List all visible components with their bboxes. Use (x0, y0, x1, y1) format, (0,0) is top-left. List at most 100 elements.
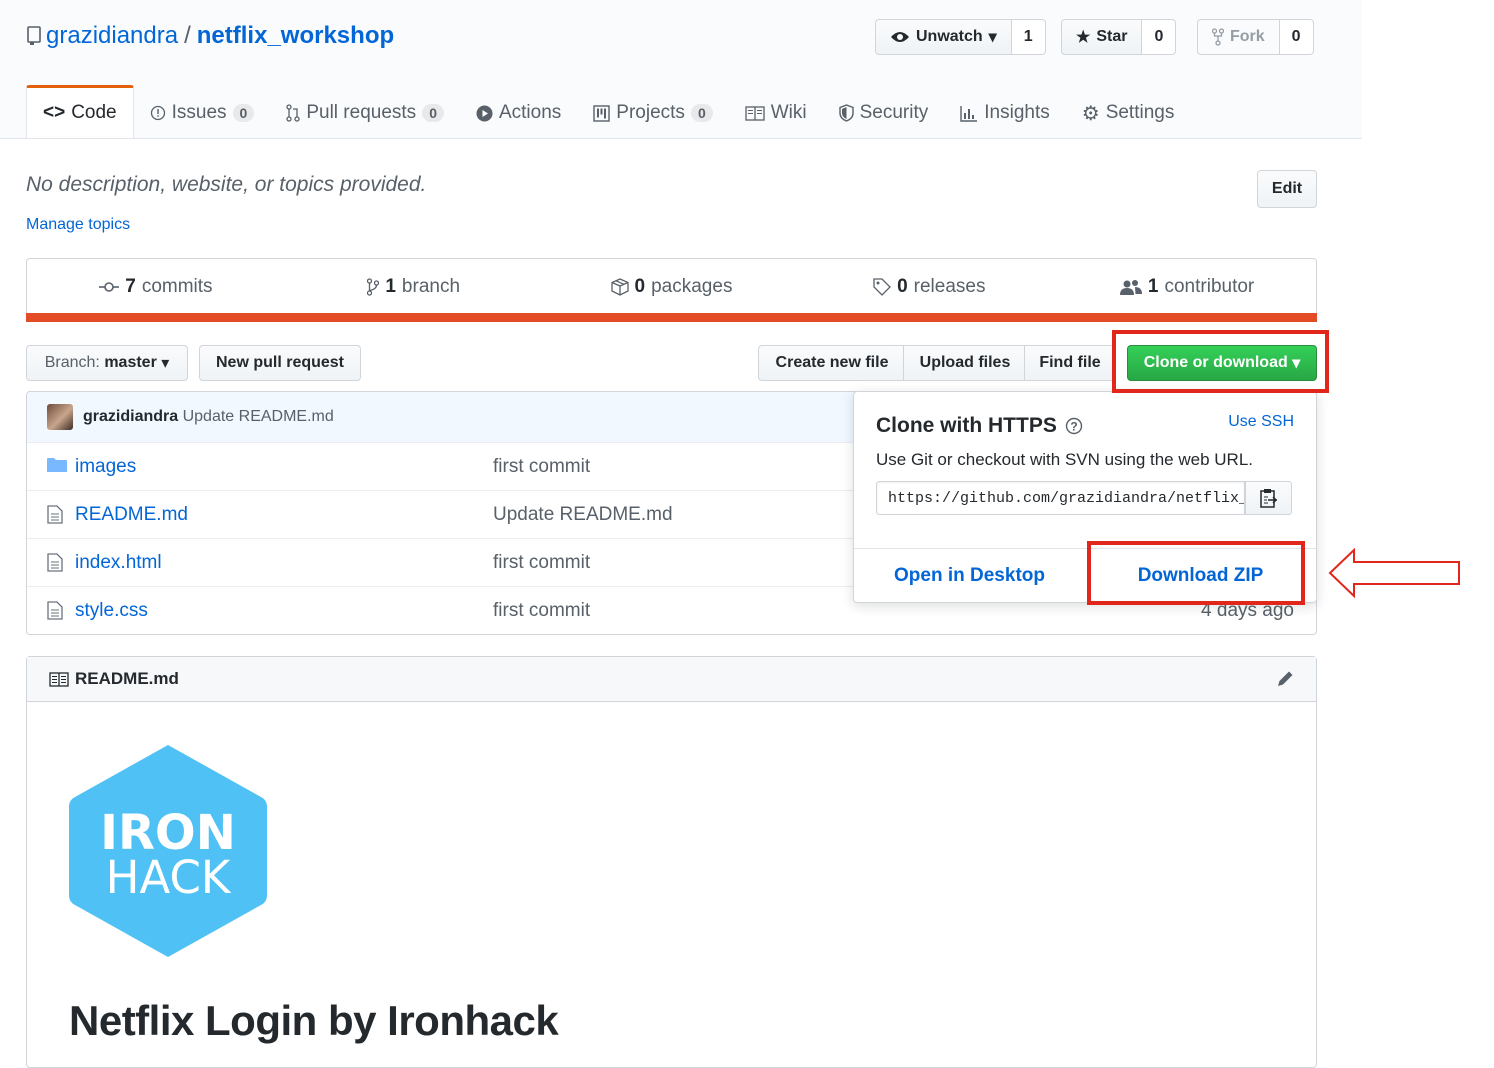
commits-link[interactable]: 7 commits (27, 259, 285, 315)
file-icon (47, 601, 63, 620)
play-icon (476, 105, 493, 122)
ironhack-logo: IRON HACK (69, 745, 267, 957)
commit-icon (99, 281, 120, 293)
file-commit-message[interactable]: Update README.md (493, 504, 673, 526)
unwatch-button[interactable]: Unwatch ▾ (875, 19, 1012, 55)
tab-code-label: Code (71, 102, 117, 123)
tab-insights[interactable]: Insights (944, 87, 1065, 139)
logo-text-hack: HACK (106, 851, 232, 904)
clipboard-icon (1259, 488, 1278, 508)
tab-pull-requests[interactable]: Pull requests 0 (270, 87, 460, 139)
repo-separator: / (184, 22, 191, 49)
releases-count: 0 (897, 276, 908, 297)
packages-link[interactable]: 0 packages (543, 259, 801, 315)
clone-url-input[interactable]: https://github.com/grazidiandra/netflix_… (876, 481, 1245, 515)
upload-files-button[interactable]: Upload files (903, 345, 1027, 381)
issue-icon (150, 105, 166, 121)
avatar[interactable] (47, 404, 73, 430)
copy-url-button[interactable] (1245, 481, 1292, 515)
releases-label: releases (913, 276, 986, 297)
file-name-link[interactable]: README.md (75, 504, 188, 526)
pull-requests-counter: 0 (422, 104, 444, 122)
file-name-link[interactable]: images (75, 456, 136, 478)
file-name-link[interactable]: style.css (75, 600, 148, 622)
tab-projects-label: Projects (616, 102, 685, 123)
star-label: Star (1096, 28, 1128, 45)
manage-topics-link[interactable]: Manage topics (26, 216, 130, 234)
readme-heading: Netflix Login by Ironhack (69, 997, 559, 1044)
readme-panel: README.md IRON HACK Netflix Login by Iro… (26, 656, 1317, 1068)
caret-down-icon: ▾ (161, 355, 170, 372)
find-file-button[interactable]: Find file (1024, 345, 1116, 381)
create-new-file-button[interactable]: Create new file (758, 345, 906, 381)
book-icon (745, 105, 765, 121)
pull-request-icon (286, 104, 300, 122)
branch-prefix: Branch: (44, 354, 100, 371)
graph-icon (960, 105, 978, 122)
tab-actions-label: Actions (498, 102, 562, 123)
star-icon: ★ (1076, 29, 1091, 46)
contributors-label: contributor (1164, 276, 1255, 297)
question-icon[interactable]: ? (1065, 417, 1083, 435)
tab-actions[interactable]: Actions (460, 87, 577, 139)
repo-description: No description, website, or topics provi… (26, 173, 427, 196)
watch-count[interactable]: 1 (1011, 19, 1046, 55)
edit-description-button[interactable]: Edit (1257, 170, 1317, 208)
tab-projects[interactable]: Projects 0 (577, 87, 728, 139)
code-icon: <> (43, 102, 66, 123)
tag-icon (873, 278, 891, 296)
packages-count: 0 (634, 276, 646, 297)
file-commit-message[interactable]: first commit (493, 456, 590, 478)
people-icon (1119, 279, 1142, 296)
folder-icon (47, 457, 67, 473)
tab-security[interactable]: Security (823, 87, 945, 139)
repo-icon (26, 26, 42, 46)
star-button[interactable]: ★ Star (1061, 19, 1143, 55)
branches-link[interactable]: 1 branch (285, 259, 543, 315)
tab-code[interactable]: <> Code (26, 85, 134, 138)
star-group: ★ Star 0 (1061, 19, 1177, 55)
svg-text:?: ? (1070, 420, 1077, 434)
pencil-icon[interactable] (1275, 669, 1295, 689)
star-count[interactable]: 0 (1142, 19, 1177, 55)
clone-button-highlight (1112, 330, 1329, 393)
fork-count[interactable]: 0 (1279, 19, 1314, 55)
repo-owner-link[interactable]: grazidiandra (46, 22, 178, 50)
left-arrow-icon (1328, 548, 1460, 598)
book-icon (49, 671, 69, 687)
releases-link[interactable]: 0 releases (800, 259, 1058, 315)
commit-author[interactable]: grazidiandra (83, 408, 178, 425)
project-icon (593, 104, 610, 122)
branch-name: master (104, 354, 157, 371)
new-pull-request-button[interactable]: New pull request (199, 345, 361, 381)
tab-settings[interactable]: ⚙ Settings (1066, 87, 1191, 139)
package-icon (610, 278, 629, 296)
use-ssh-link[interactable]: Use SSH (1228, 413, 1294, 431)
file-name-link[interactable]: index.html (75, 552, 162, 574)
watch-group: Unwatch ▾ 1 (875, 19, 1046, 55)
repo-tabs: <> Code Issues 0 Pull requests 0 Actions… (26, 85, 1191, 139)
language-bar[interactable] (26, 313, 1317, 322)
branch-icon (367, 278, 380, 296)
open-in-desktop-button[interactable]: Open in Desktop (854, 549, 1085, 603)
fork-label: Fork (1230, 28, 1265, 45)
file-commit-message[interactable]: first commit (493, 600, 590, 622)
file-icon (47, 505, 63, 524)
contributors-link[interactable]: 1 contributor (1058, 259, 1316, 315)
tab-pull-requests-label: Pull requests (306, 102, 417, 123)
shield-icon (838, 104, 854, 122)
tab-wiki-label: Wiki (770, 102, 807, 123)
branch-select-button[interactable]: Branch: master ▾ (26, 345, 188, 381)
repo-name-link[interactable]: netflix_workshop (197, 22, 394, 50)
file-commit-message[interactable]: first commit (493, 552, 590, 574)
branches-label: branch (401, 276, 461, 297)
fork-button[interactable]: Fork (1197, 19, 1280, 55)
commit-message[interactable]: Update README.md (183, 408, 334, 425)
contributors-count: 1 (1147, 276, 1159, 297)
packages-label: packages (651, 276, 733, 297)
readme-header: README.md (27, 657, 1316, 702)
tab-wiki[interactable]: Wiki (729, 87, 823, 139)
tab-issues-label: Issues (171, 102, 227, 123)
clone-title: Clone with HTTPS ? (876, 414, 1083, 438)
tab-issues[interactable]: Issues 0 (134, 87, 271, 139)
